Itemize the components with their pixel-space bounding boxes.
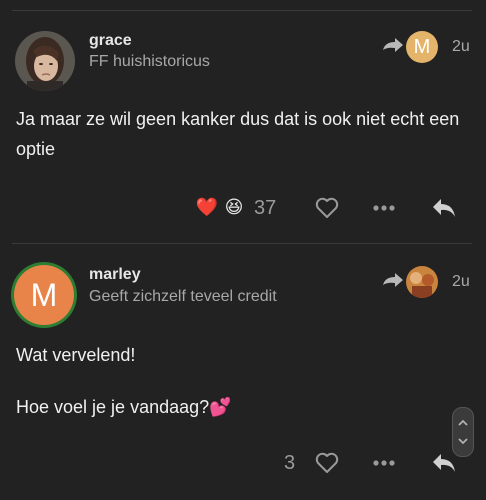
body-paragraph: Hoe voel je je vandaag?💕 [16, 397, 232, 417]
reply-button[interactable] [430, 451, 458, 475]
chevron-up-icon[interactable] [457, 418, 469, 428]
reply-to-avatar[interactable] [406, 266, 438, 298]
user-title: Geeft zichzelf teveel credit [89, 288, 277, 305]
post-time[interactable]: 2u [452, 273, 470, 291]
more-button[interactable] [370, 453, 398, 473]
like-button[interactable] [313, 451, 341, 475]
reply-arrow-icon [381, 273, 403, 298]
post-marley: M marley Geeft zichzelf teveel credit 2u… [0, 0, 486, 500]
avatar-marley[interactable]: M [11, 262, 77, 328]
heart-outline-icon [315, 452, 339, 473]
chevron-down-icon[interactable] [457, 436, 469, 446]
avatar-letter: M [30, 276, 58, 313]
like-count[interactable]: 3 [284, 450, 295, 476]
more-dots-icon [373, 460, 395, 466]
reply-icon [433, 454, 455, 472]
post-body: Wat vervelend! Hoe voel je je vandaag?💕 [16, 340, 466, 422]
body-paragraph: Wat vervelend! [16, 345, 136, 365]
username[interactable]: marley [89, 266, 141, 284]
scroll-navigator[interactable] [452, 407, 474, 457]
